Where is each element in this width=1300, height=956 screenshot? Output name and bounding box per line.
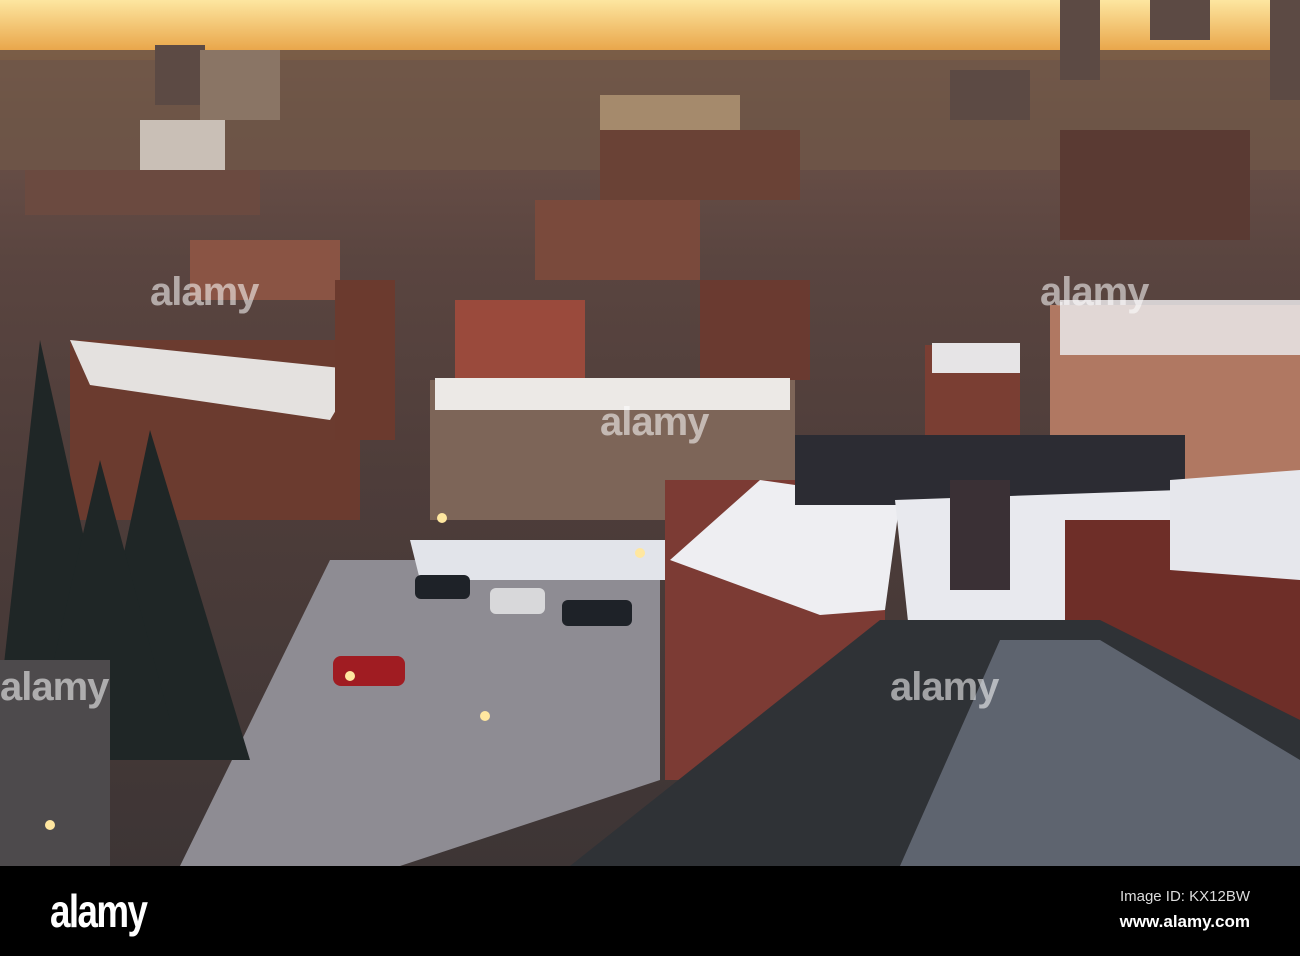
watermark: alamy bbox=[600, 400, 709, 444]
image-id: Image ID: KX12BW bbox=[1119, 888, 1250, 905]
photo: alamy alamy alamy alamy alamy bbox=[0, 0, 1300, 866]
car bbox=[490, 588, 545, 614]
watermark: alamy bbox=[890, 665, 999, 709]
watermark: alamy bbox=[1040, 270, 1149, 314]
watermark: alamy bbox=[150, 270, 259, 314]
car bbox=[562, 600, 632, 626]
red-car bbox=[333, 656, 405, 686]
watermark: alamy bbox=[0, 665, 109, 709]
site-url: www.alamy.com bbox=[1119, 912, 1250, 931]
car bbox=[415, 575, 470, 599]
alamy-logo: alamy bbox=[50, 885, 148, 937]
footer-bar: alamy Image ID: KX12BW www.alamy.com bbox=[0, 866, 1300, 956]
